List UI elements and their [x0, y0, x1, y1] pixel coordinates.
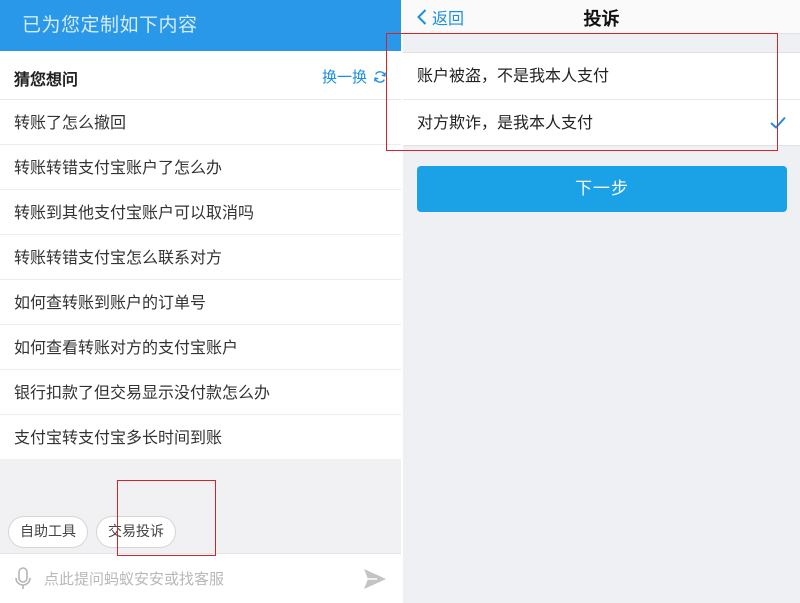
list-item[interactable]: 支付宝转支付宝多长时间到账 [0, 415, 401, 460]
page-title: 投诉 [583, 9, 620, 30]
banner-text: 已为您定制如下内容 [22, 14, 198, 36]
check-icon [770, 116, 786, 129]
refresh-button[interactable]: 换一换 [322, 66, 387, 87]
suggested-questions-card: 猜您想问 换一换 转账了怎么撤回 转账转错支付宝账户了怎么办 转账到其他支付宝账… [0, 51, 401, 459]
reason-option-account-stolen[interactable]: 账户被盗，不是我本人支付 [403, 53, 800, 99]
list-item[interactable]: 银行扣款了但交易显示没付款怎么办 [0, 370, 401, 415]
refresh-icon [374, 70, 386, 83]
list-item[interactable]: 如何查转账到账户的订单号 [0, 280, 401, 325]
transaction-complaint-button[interactable]: 交易投诉 [96, 516, 176, 548]
top-banner: 已为您定制如下内容 [0, 0, 401, 51]
question-list: 转账了怎么撤回 转账转错支付宝账户了怎么办 转账到其他支付宝账户可以取消吗 转账… [0, 100, 401, 460]
suggested-questions-header: 猜您想问 换一换 [0, 51, 401, 100]
send-icon[interactable] [363, 568, 387, 590]
list-item[interactable]: 转账转错支付宝账户了怎么办 [0, 145, 401, 190]
customer-service-panel: 已为您定制如下内容 猜您想问 换一换 转账了怎么撤回 转账转错支付宝账户了怎么办… [0, 0, 401, 603]
reason-label: 对方欺诈，是我本人支付 [417, 113, 594, 132]
reason-label: 账户被盗，不是我本人支付 [417, 66, 610, 85]
next-step-button[interactable]: 下一步 [417, 166, 787, 212]
self-service-tools-button[interactable]: 自助工具 [8, 516, 88, 548]
list-item[interactable]: 如何查看转账对方的支付宝账户 [0, 325, 401, 370]
navigation-bar: 返回 投诉 [403, 0, 800, 34]
complaint-panel: 返回 投诉 账户被盗，不是我本人支付 对方欺诈，是我本人支付 下一步 [403, 0, 800, 603]
complaint-reason-list: 账户被盗，不是我本人支付 对方欺诈，是我本人支付 [403, 52, 800, 146]
reason-option-fraud[interactable]: 对方欺诈，是我本人支付 [403, 99, 800, 145]
microphone-icon[interactable] [14, 567, 32, 591]
chat-input-bar [0, 553, 401, 603]
refresh-label: 换一换 [321, 68, 367, 86]
ask-input[interactable] [44, 562, 344, 596]
suggested-questions-title: 猜您想问 [14, 70, 79, 89]
quick-tools: 自助工具 交易投诉 [8, 516, 176, 548]
list-item[interactable]: 转账了怎么撤回 [0, 100, 401, 145]
list-item[interactable]: 转账转错支付宝怎么联系对方 [0, 235, 401, 280]
list-item[interactable]: 转账到其他支付宝账户可以取消吗 [0, 190, 401, 235]
